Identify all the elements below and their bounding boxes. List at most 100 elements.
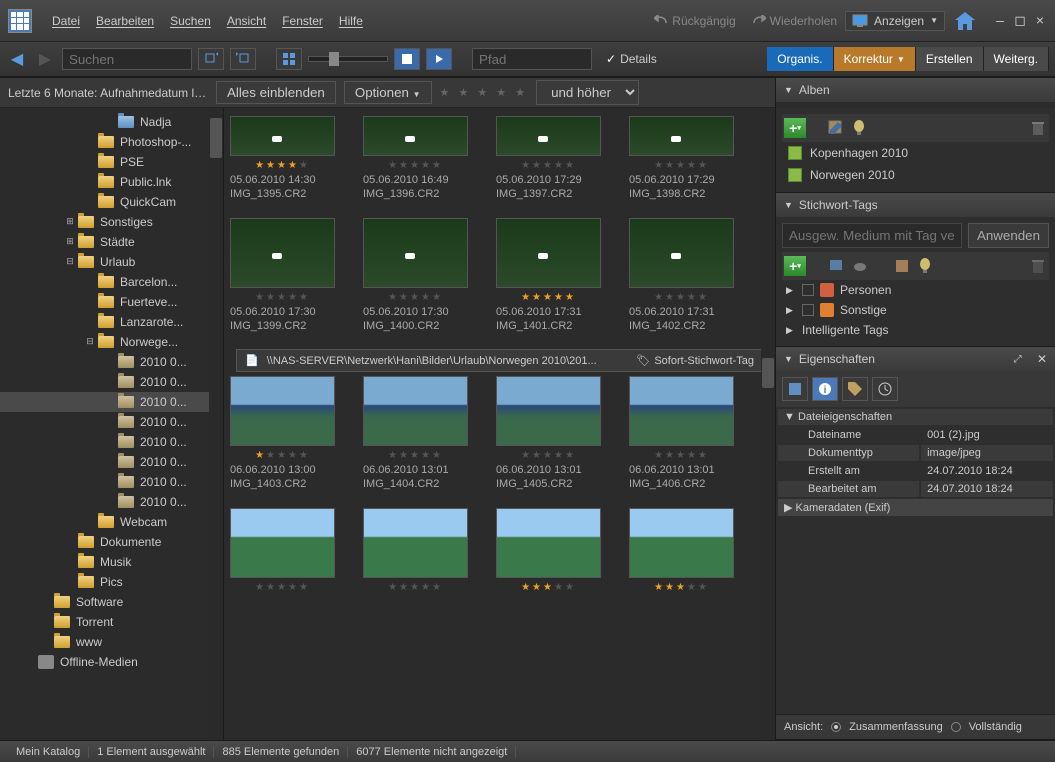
tree-item[interactable]: www [0, 632, 223, 652]
album-item[interactable]: Kopenhagen 2010 [782, 142, 1049, 164]
view-summary-radio[interactable] [831, 722, 841, 732]
zoom-slider[interactable] [308, 56, 388, 62]
tree-item[interactable]: 2010 0... [0, 492, 223, 512]
edit-album-icon[interactable] [828, 120, 844, 136]
menu-datei[interactable]: Datei [44, 10, 88, 32]
minimize-button[interactable]: – [993, 14, 1007, 28]
thumbnail[interactable]: ★★★★★ 05.06.2010 17:30IMG_1399.CR2 [230, 218, 335, 334]
tree-item[interactable]: Dokumente [0, 532, 223, 552]
hint-icon[interactable] [852, 120, 868, 136]
thumbnail-rating[interactable]: ★★★★★ [496, 160, 601, 171]
tab-korrektur[interactable]: Korrektur▼ [834, 47, 916, 71]
rating-filter-dropdown[interactable]: und höher [536, 80, 639, 105]
properties-panel-header[interactable]: ▼Eigenschaften⤢ ✕ [776, 347, 1055, 371]
props-section-file[interactable]: ▼ Dateieigenschaften [778, 409, 1053, 425]
tag-category-intelligent[interactable]: ▶Intelligente Tags [782, 320, 1049, 340]
filter-rating[interactable]: ★ ★ ★ ★ ★ [440, 86, 529, 99]
tree-item[interactable]: Offline-Medien [0, 652, 223, 672]
thumbnail[interactable]: ★★★★★ 05.06.2010 17:30IMG_1400.CR2 [363, 218, 468, 334]
props-tab-info[interactable]: i [812, 377, 838, 401]
tab-weiterg[interactable]: Weiterg. [984, 47, 1049, 71]
tree-item[interactable]: 2010 0... [0, 352, 223, 372]
path-input[interactable] [472, 48, 592, 70]
tree-item[interactable]: QuickCam [0, 192, 223, 212]
thumbnail-rating[interactable]: ★★★★★ [496, 292, 601, 303]
thumbnail[interactable]: ★★★★★ [230, 508, 335, 593]
rotate-right-button[interactable] [230, 48, 256, 70]
thumbnail-rating[interactable]: ★★★★★ [496, 450, 601, 461]
tree-item[interactable]: ⊟Norwege... [0, 332, 223, 352]
thumbnail-image[interactable] [363, 218, 468, 288]
thumbnail-image[interactable] [629, 376, 734, 446]
tree-expander[interactable]: ⊟ [84, 336, 96, 348]
thumbnail[interactable]: ★★★★★ [496, 508, 601, 593]
tree-item[interactable]: 2010 0... [0, 392, 223, 412]
thumbnail[interactable]: ★★★★★ 06.06.2010 13:00IMG_1403.CR2 [230, 376, 335, 492]
album-item[interactable]: Norwegen 2010 [782, 164, 1049, 186]
options-button[interactable]: Optionen ▼ [344, 81, 432, 104]
tree-item[interactable]: Nadja [0, 112, 223, 132]
props-tab-tags[interactable] [842, 377, 868, 401]
thumbnail-image[interactable] [230, 376, 335, 446]
display-dropdown[interactable]: Anzeigen▼ [845, 11, 945, 31]
tree-item[interactable]: Barcelon... [0, 272, 223, 292]
thumbnail[interactable]: ★★★★★ 05.06.2010 17:31IMG_1401.CR2 [496, 218, 601, 334]
search-input[interactable] [62, 48, 192, 70]
trash-icon[interactable] [1031, 120, 1047, 136]
thumbnail-rating[interactable]: ★★★★★ [230, 292, 335, 303]
thumbnail-rating[interactable]: ★★★★★ [363, 160, 468, 171]
tree-item[interactable]: 2010 0... [0, 432, 223, 452]
thumbnail[interactable]: ★★★★★ 06.06.2010 13:01IMG_1405.CR2 [496, 376, 601, 492]
menu-hilfe[interactable]: Hilfe [331, 10, 371, 32]
thumbnail-image[interactable] [363, 376, 468, 446]
add-tag-button[interactable]: +▾ [784, 256, 806, 276]
tab-erstellen[interactable]: Erstellen [916, 47, 984, 71]
tag-icon-1[interactable] [828, 258, 844, 274]
thumbnail-rating[interactable]: ★★★★★ [629, 160, 734, 171]
redo-button[interactable]: Wiederholen [744, 10, 845, 32]
undo-button[interactable]: Rückgängig [646, 10, 743, 32]
thumbnail-image[interactable] [230, 116, 335, 156]
thumbnail[interactable]: ★★★★★ 05.06.2010 17:29IMG_1397.CR2 [496, 116, 601, 202]
trash-icon[interactable] [1031, 258, 1047, 274]
show-all-button[interactable]: Alles einblenden [216, 81, 336, 104]
expand-icon[interactable]: ⤢ [1014, 354, 1022, 365]
thumbnail-rating[interactable]: ★★★★★ [230, 160, 335, 171]
props-tab-general[interactable] [782, 377, 808, 401]
thumbnail-rating[interactable]: ★★★★★ [629, 450, 734, 461]
tree-item[interactable]: Musik [0, 552, 223, 572]
tree-item[interactable]: Fuerteve... [0, 292, 223, 312]
tag-cloud-icon[interactable] [852, 258, 868, 274]
thumbnail-rating[interactable]: ★★★★★ [363, 582, 468, 593]
thumbnail-image[interactable] [363, 508, 468, 578]
albums-panel-header[interactable]: ▼Alben [776, 78, 1055, 102]
tree-expander[interactable]: ⊞ [64, 236, 76, 248]
tab-organise[interactable]: Organis. [767, 47, 833, 71]
thumbnail[interactable]: ★★★★★ 05.06.2010 17:29IMG_1398.CR2 [629, 116, 734, 202]
apply-tag-button[interactable]: Anwenden [968, 223, 1049, 248]
back-button[interactable]: ◀ [6, 48, 28, 70]
add-album-button[interactable]: +▾ [784, 118, 806, 138]
close-panel-icon[interactable]: ✕ [1037, 352, 1047, 366]
thumbnail-image[interactable] [496, 508, 601, 578]
tree-item[interactable]: Public.lnk [0, 172, 223, 192]
thumbnail-image[interactable] [496, 218, 601, 288]
app-icon[interactable] [8, 9, 32, 33]
thumbnail-rating[interactable]: ★★★★★ [230, 450, 335, 461]
tree-expander[interactable]: ⊟ [64, 256, 76, 268]
tree-item[interactable]: 2010 0... [0, 472, 223, 492]
thumbnail-image[interactable] [230, 508, 335, 578]
tree-expander[interactable]: ⊞ [64, 216, 76, 228]
slideshow-button[interactable] [426, 48, 452, 70]
menu-suchen[interactable]: Suchen [162, 10, 219, 32]
thumbnail-rating[interactable]: ★★★★★ [363, 292, 468, 303]
tree-item[interactable]: PSE [0, 152, 223, 172]
grid-small-button[interactable] [276, 48, 302, 70]
tree-item[interactable]: ⊞Städte [0, 232, 223, 252]
tree-item[interactable]: 2010 0... [0, 412, 223, 432]
thumbnail-image[interactable] [230, 218, 335, 288]
close-button[interactable]: × [1033, 14, 1047, 28]
props-tab-history[interactable] [872, 377, 898, 401]
view-full-radio[interactable] [951, 722, 961, 732]
tags-panel-header[interactable]: ▼Stichwort-Tags [776, 193, 1055, 217]
